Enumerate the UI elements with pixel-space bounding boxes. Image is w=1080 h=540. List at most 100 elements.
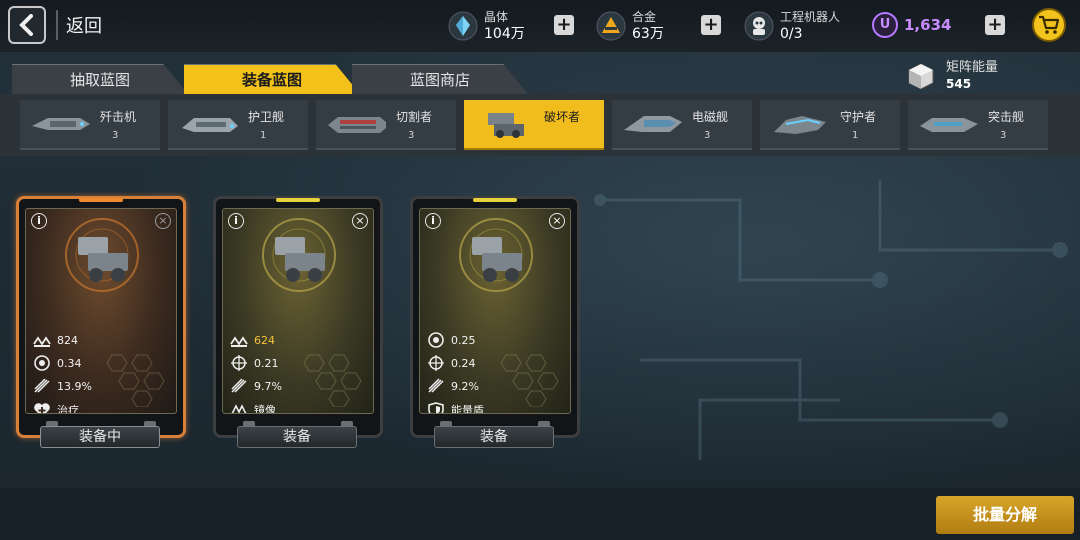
stat-value: 0.34 [57, 356, 82, 370]
add-alloy-button[interactable]: + [701, 15, 721, 35]
bottom-bar [0, 488, 1080, 540]
missile-icon [428, 378, 444, 393]
mirror-icon [231, 404, 247, 413]
destroyer-blueprint-icon [275, 237, 325, 282]
crystal-label: 晶体 [484, 10, 509, 24]
alloy-resource: 合金 63万 [596, 6, 664, 46]
ship-filter-label: 切割者 [396, 110, 433, 124]
card-top-light [276, 198, 320, 202]
hex-pattern-decoration [303, 354, 362, 407]
hex-pattern-decoration [500, 354, 559, 407]
fighter-ship-icon [32, 118, 90, 130]
ship-filter-label: 守护者 [840, 110, 877, 124]
matrix-energy-label: 矩阵能量 [946, 60, 999, 75]
tab-equip-blueprint[interactable]: 装备蓝图 [184, 64, 360, 94]
stat-crit: 0.25 [427, 331, 476, 349]
card-body: i × 624 0.21 9.7% 镜像 [222, 208, 374, 414]
attack-icon [33, 336, 51, 347]
stat-value: 13.9% [57, 379, 92, 393]
robot-icon [744, 11, 774, 41]
close-icon[interactable]: × [549, 213, 565, 229]
ship-filter-cutter[interactable]: 切割者 3 [316, 100, 456, 150]
ship-filter-label: 破坏者 [544, 110, 581, 124]
crosshair-icon [231, 355, 247, 371]
stat-value: 0.25 [451, 333, 476, 347]
stat-accuracy: 0.24 [427, 354, 476, 372]
divider [56, 10, 58, 40]
blueprint-card[interactable]: i × 0.25 0.24 9.2% 能量盾 装备 [410, 196, 580, 450]
card-body: i × 824 0.34 13.9% 治疗 [25, 208, 177, 414]
info-icon[interactable]: i [228, 213, 244, 229]
cutter-ship-icon [328, 117, 386, 133]
back-button[interactable] [8, 6, 46, 44]
close-icon[interactable]: × [352, 213, 368, 229]
ship-filter-destroyer[interactable]: 破坏者 [464, 100, 604, 150]
ship-filter-label: 电磁舰 [692, 110, 729, 124]
guardian-ship-icon [774, 116, 826, 134]
shield-icon [428, 402, 444, 413]
equip-button[interactable]: 装备 [434, 426, 554, 448]
em-ship-icon [624, 116, 682, 132]
alloy-value: 63万 [632, 26, 664, 42]
crosshair-icon [428, 355, 444, 371]
ship-filter-label: 歼击机 [100, 110, 137, 124]
stat-missile: 9.7% [230, 377, 282, 395]
robot-label: 工程机器人 [780, 10, 841, 24]
frigate-ship-icon [182, 118, 238, 132]
u-currency-value: 1,634 [904, 16, 952, 34]
hex-pattern-decoration [106, 354, 165, 407]
skill: 镜像 [230, 401, 276, 414]
tab-blueprint-shop[interactable]: 蓝图商店 [352, 64, 528, 94]
crit-icon [34, 355, 50, 371]
blueprint-card[interactable]: i × 824 0.34 13.9% 治疗 装备中 [16, 196, 186, 450]
info-icon[interactable]: i [425, 213, 441, 229]
attack-icon [230, 336, 248, 347]
info-icon[interactable]: i [31, 213, 47, 229]
top-bar: 返回 晶体 104万 + 合金 63万 + 工程机器人 0/3 U 1,634 … [0, 0, 1080, 52]
ship-type-filter: 歼击机 3 护卫舰 1 切割者 3 破坏者 电磁舰 3 守护者 1 突击舰 3 [0, 94, 1080, 156]
stat-value: 0.21 [254, 356, 279, 370]
ship-filter-frigate[interactable]: 护卫舰 1 [168, 100, 308, 150]
alloy-icon [596, 11, 626, 41]
matrix-energy: 矩阵能量 545 [906, 60, 998, 92]
crit-icon [428, 332, 444, 348]
ship-filter-guardian[interactable]: 守护者 1 [760, 100, 900, 150]
heal-icon [34, 403, 50, 413]
stat-value: 824 [57, 333, 78, 347]
ship-filter-fighter[interactable]: 歼击机 3 [20, 100, 160, 150]
ship-filter-count: 3 [704, 130, 711, 141]
matrix-energy-value: 545 [946, 77, 972, 91]
stat-value: 9.2% [451, 379, 479, 393]
ship-filter-count: 3 [408, 130, 415, 141]
alloy-label: 合金 [632, 10, 657, 24]
stat-missile: 13.9% [33, 377, 92, 395]
destroyer-blueprint-icon [472, 237, 522, 282]
equip-button[interactable]: 装备中 [40, 426, 160, 448]
add-crystal-button[interactable]: + [554, 15, 574, 35]
equip-button[interactable]: 装备 [237, 426, 357, 448]
stat-value: 624 [254, 333, 275, 347]
card-top-light [473, 198, 517, 202]
batch-dismantle-button[interactable]: 批量分解 [936, 496, 1074, 534]
ship-filter-label: 护卫舰 [248, 110, 285, 124]
tab-draw-blueprint[interactable]: 抽取蓝图 [12, 64, 188, 94]
back-label[interactable]: 返回 [66, 12, 102, 38]
crystal-icon [448, 11, 478, 41]
shop-button[interactable] [1032, 8, 1066, 42]
stat-attack: 824 [33, 331, 78, 349]
assault-ship-icon [920, 118, 978, 132]
missile-icon [34, 378, 50, 393]
missile-icon [231, 378, 247, 393]
ship-filter-assault[interactable]: 突击舰 3 [908, 100, 1048, 150]
ship-filter-em-ship[interactable]: 电磁舰 3 [612, 100, 752, 150]
close-icon[interactable]: × [155, 213, 171, 229]
add-u-currency-button[interactable]: + [985, 15, 1005, 35]
ship-filter-count: 3 [1000, 130, 1007, 141]
blueprint-card[interactable]: i × 624 0.21 9.7% 镜像 装备 [213, 196, 383, 450]
chevron-left-icon [19, 14, 33, 36]
skill-label: 镜像 [254, 404, 276, 414]
stat-attack: 624 [230, 331, 275, 349]
u-currency-icon: U [872, 12, 898, 38]
stat-accuracy: 0.21 [230, 354, 279, 372]
destroyer-ship-icon [488, 113, 524, 138]
